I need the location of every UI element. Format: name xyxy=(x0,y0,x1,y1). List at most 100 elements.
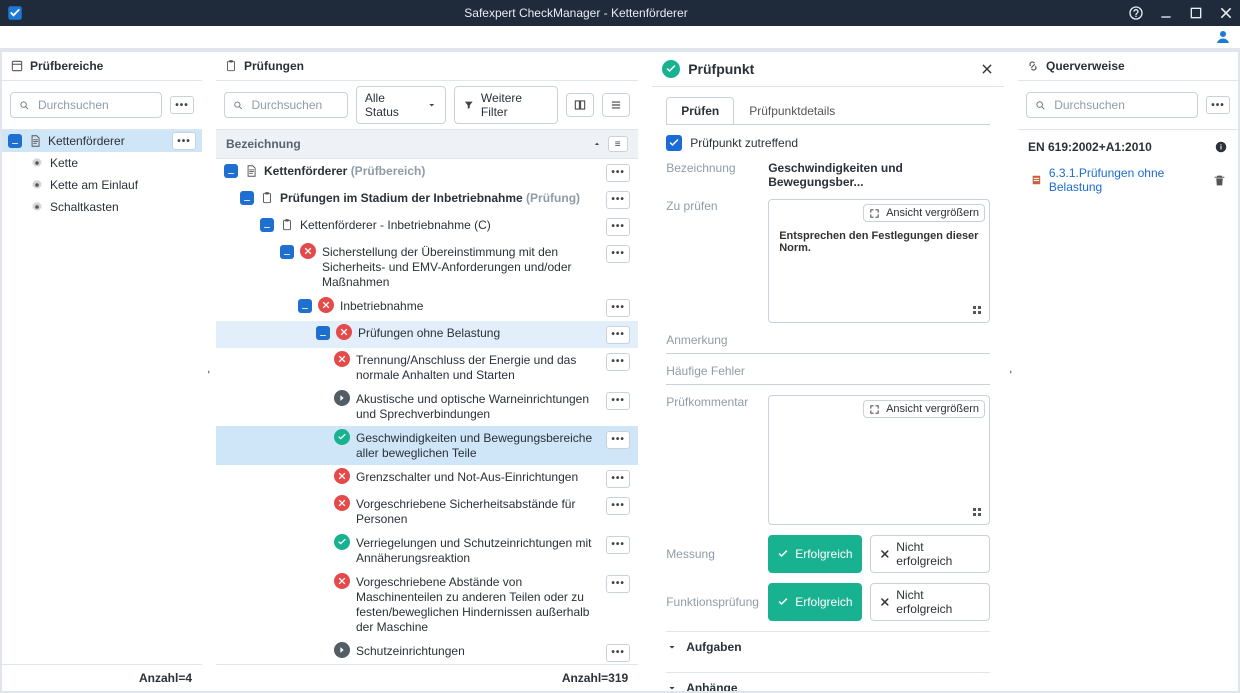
clipboard-icon xyxy=(280,218,294,232)
more-filters[interactable]: Weitere Filter xyxy=(454,86,558,124)
check-textpane: Ansicht vergrößern Entsprechen den Festl… xyxy=(768,199,990,323)
pp-close[interactable] xyxy=(980,62,994,76)
mid-tree-row[interactable]: Kettenförderer (Prüfbereich)••• xyxy=(216,159,638,186)
maximize-icon[interactable] xyxy=(1188,5,1204,21)
messung-ok[interactable]: Erfolgreich xyxy=(768,535,861,573)
funktion-ok[interactable]: Erfolgreich xyxy=(768,583,861,621)
splitter-3[interactable] xyxy=(1004,52,1018,691)
status-filter[interactable]: Alle Status xyxy=(356,86,447,124)
view-list[interactable] xyxy=(602,93,630,117)
mid-tree-label: Vorgeschriebene Sicherheitsabstände für … xyxy=(356,495,594,527)
current-user-icon[interactable] xyxy=(1214,28,1232,46)
mid-tree-row[interactable]: Schutzeinrichtungen••• xyxy=(216,639,638,664)
kommentar-label: Prüfkommentar xyxy=(666,395,758,409)
fehler-label: Häufige Fehler xyxy=(666,364,745,378)
row-more[interactable]: ••• xyxy=(606,164,630,182)
kommentar-expand[interactable]: Ansicht vergrößern xyxy=(863,400,985,418)
pp-applicable-row: Prüfpunkt zutreffend xyxy=(666,135,990,151)
row-more[interactable]: ••• xyxy=(606,392,630,410)
row-more[interactable]: ••• xyxy=(606,497,630,515)
left-search[interactable] xyxy=(10,92,162,118)
status-red-icon xyxy=(334,573,350,589)
info-icon[interactable] xyxy=(1214,140,1228,154)
grid-icon[interactable] xyxy=(971,304,983,316)
refs-search-more[interactable]: ••• xyxy=(1206,96,1230,114)
row-more[interactable]: ••• xyxy=(606,299,630,317)
row-more[interactable]: ••• xyxy=(606,644,630,662)
sort-asc-icon[interactable] xyxy=(592,139,602,149)
minimize-icon[interactable] xyxy=(1158,5,1174,21)
mid-tree-row[interactable]: Prüfungen im Stadium der Inbetriebnahme … xyxy=(216,186,638,213)
gear-icon xyxy=(30,156,44,170)
more-filters-label: Weitere Filter xyxy=(481,91,549,119)
mid-tree-row[interactable]: Grenzschalter und Not-Aus-Einrichtungen•… xyxy=(216,465,638,492)
mid-tree-row[interactable]: Kettenförderer - Inbetriebnahme (C)••• xyxy=(216,213,638,240)
left-search-more[interactable]: ••• xyxy=(170,96,194,114)
row-more[interactable]: ••• xyxy=(172,132,196,150)
row-more[interactable]: ••• xyxy=(606,470,630,488)
clipboard-icon xyxy=(224,59,238,73)
toggle-collapse-icon[interactable] xyxy=(316,326,330,340)
kommentar-text[interactable] xyxy=(773,422,985,500)
toggle-collapse-icon[interactable] xyxy=(8,134,22,148)
anmerkung-label: Anmerkung xyxy=(666,333,727,347)
refs-search-input[interactable] xyxy=(1052,97,1189,113)
row-more[interactable]: ••• xyxy=(606,326,630,344)
left-tree-row[interactable]: Schaltkasten xyxy=(2,196,202,218)
x-icon xyxy=(879,596,891,608)
toggle-collapse-icon[interactable] xyxy=(240,191,254,205)
refs-search[interactable] xyxy=(1026,92,1198,118)
mid-tree-row[interactable]: Prüfungen ohne Belastung ••• xyxy=(216,321,638,348)
row-more[interactable]: ••• xyxy=(606,536,630,554)
messung-nok[interactable]: Nicht erfolgreich xyxy=(870,535,990,573)
mid-tree-label: Prüfungen im Stadium der Inbetriebnahme … xyxy=(280,189,594,206)
tab-details[interactable]: Prüfpunktdetails xyxy=(734,97,850,124)
left-search-input[interactable] xyxy=(36,97,153,113)
toggle-collapse-icon[interactable] xyxy=(298,299,312,313)
mid-search[interactable] xyxy=(224,92,348,118)
row-more[interactable]: ••• xyxy=(606,353,630,371)
toggle-collapse-icon[interactable] xyxy=(224,164,238,178)
mid-column-header[interactable]: Bezeichnung ≡ xyxy=(216,130,638,159)
mid-tree-row[interactable]: Geschwindigkeiten und Bewegungsbereiche … xyxy=(216,426,638,465)
row-more[interactable]: ••• xyxy=(606,431,630,449)
refs-link[interactable]: 6.3.1.Prüfungen ohne Belastung xyxy=(1049,166,1207,194)
toggle-collapse-icon[interactable] xyxy=(280,245,294,259)
close-window-icon[interactable] xyxy=(1218,5,1234,21)
splitter-2[interactable] xyxy=(638,52,652,691)
mid-search-input[interactable] xyxy=(249,97,338,113)
grid-icon[interactable] xyxy=(971,506,983,518)
splitter-1[interactable] xyxy=(202,52,216,691)
column-menu[interactable]: ≡ xyxy=(608,136,628,152)
accordion-aufgaben[interactable]: Aufgaben xyxy=(666,631,990,662)
mid-tree-label: Prüfungen ohne Belastung xyxy=(358,324,594,341)
help-icon[interactable] xyxy=(1128,5,1144,21)
mid-tree-row[interactable]: Verriegelungen und Schutzeinrichtungen m… xyxy=(216,531,638,570)
toggle-collapse-icon[interactable] xyxy=(260,218,274,232)
mid-tree-row[interactable]: Sicherstellung der Übereinstimmung mit d… xyxy=(216,240,638,294)
kommentar-textpane[interactable]: Ansicht vergrößern xyxy=(768,395,990,525)
row-more[interactable]: ••• xyxy=(606,191,630,209)
left-tree-row[interactable]: Kettenförderer••• xyxy=(2,130,202,152)
row-more[interactable]: ••• xyxy=(606,245,630,263)
refs-norm: EN 619:2002+A1:2010 xyxy=(1028,140,1152,154)
search-icon xyxy=(19,99,30,112)
refs-delete[interactable] xyxy=(1213,174,1226,187)
view-columns[interactable] xyxy=(566,93,594,117)
check-expand[interactable]: Ansicht vergrößern xyxy=(863,204,985,222)
tab-pruefen[interactable]: Prüfen xyxy=(666,97,734,124)
mid-tree: Kettenförderer (Prüfbereich)••• Prüfungen… xyxy=(216,159,638,664)
left-tree-row[interactable]: Kette xyxy=(2,152,202,174)
accordion-anhaenge[interactable]: Anhänge xyxy=(666,672,990,691)
row-more[interactable]: ••• xyxy=(606,218,630,236)
mid-tree-row[interactable]: Inbetriebnahme••• xyxy=(216,294,638,321)
left-tree-row[interactable]: Kette am Einlauf xyxy=(2,174,202,196)
mid-tree-row[interactable]: Vorgeschriebene Abstände von Maschinente… xyxy=(216,570,638,639)
applicable-checkbox[interactable] xyxy=(666,135,682,151)
row-more[interactable]: ••• xyxy=(606,575,630,593)
mid-tree-row[interactable]: Trennung/Anschluss der Energie und das n… xyxy=(216,348,638,387)
status-red-icon xyxy=(334,495,350,511)
mid-tree-row[interactable]: Vorgeschriebene Sicherheitsabstände für … xyxy=(216,492,638,531)
mid-tree-row[interactable]: Akustische und optische Warneinrichtunge… xyxy=(216,387,638,426)
funktion-nok[interactable]: Nicht erfolgreich xyxy=(870,583,990,621)
